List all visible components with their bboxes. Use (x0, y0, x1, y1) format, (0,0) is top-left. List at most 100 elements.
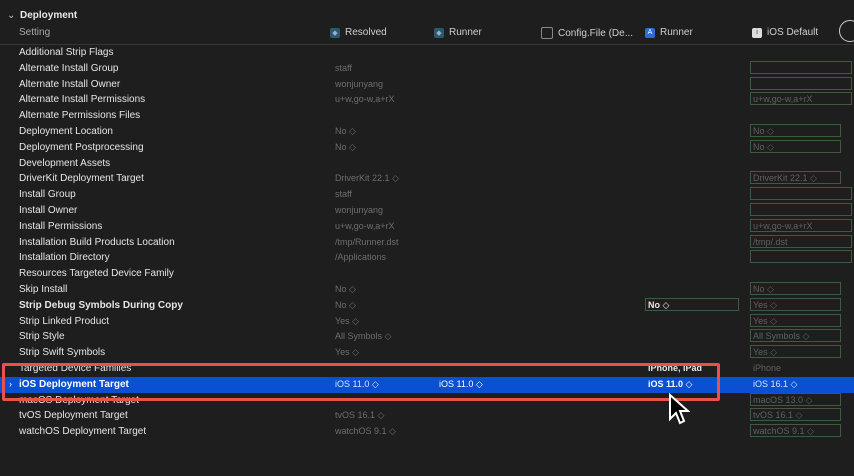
column-resolved[interactable]: ◆ Resolved (330, 27, 387, 38)
table-row[interactable]: Strip Swift Symbols Yes ◇ Yes ◇ (0, 345, 854, 361)
ios-default-value: u+w,go-w,a+rX (753, 94, 813, 105)
resolved-value: u+w,go-w,a+rX (335, 220, 395, 231)
setting-name: Alternate Install Group (19, 62, 119, 74)
project-icon: ◆ (434, 27, 444, 38)
resolved-value: staff (335, 62, 352, 73)
column-runner-target[interactable]: A Runner (645, 27, 693, 38)
setting-name: Installation Directory (19, 252, 110, 264)
resolved-value: No ◇ (335, 284, 356, 294)
ios-default-value: iOS 16.1 ◇ (753, 378, 798, 389)
ios-default-value: macOS 13.0 ◇ (753, 394, 813, 405)
highlight-annotation (2, 363, 720, 401)
setting-name: Alternate Install Permissions (19, 94, 146, 106)
setting-name: Development Assets (19, 157, 111, 169)
column-config-file[interactable]: Config.File (De... (541, 27, 633, 39)
ios-default-value: No ◇ (753, 141, 774, 152)
resolved-value: Yes ◇ (335, 315, 360, 326)
mouse-pointer-icon (669, 393, 690, 425)
ios-default-value: watchOS 9.1 ◇ (753, 426, 814, 437)
setting-name: tvOS Deployment Target (19, 410, 128, 422)
table-row[interactable]: Installation Build Products Location/tmp… (0, 234, 854, 251)
setting-name: Strip Swift Symbols (19, 347, 106, 359)
column-ios-default[interactable]: i iOS Default (752, 27, 818, 38)
ios-default-field[interactable] (750, 250, 852, 264)
app-target-icon: A (645, 27, 655, 38)
table-row[interactable]: Alternate Install Owner wonjunyang (0, 76, 854, 93)
column-runner-project[interactable]: ◆ Runner (434, 27, 482, 38)
ios-default-value: iPhone (753, 363, 782, 373)
setting-name: Installation Build Products Location (19, 236, 175, 248)
resolved-value: DriverKit 22.1 ◇ (335, 173, 399, 184)
table-row[interactable]: Deployment Location No ◇ No ◇ (0, 124, 854, 140)
setting-name: Install Owner (19, 205, 78, 216)
table-row[interactable]: Deployment Postprocessing No ◇ No ◇ (0, 139, 854, 156)
table-row[interactable]: Strip Debug Symbols During Copy No ◇ No ◇ Y… (0, 297, 854, 314)
resolved-value: All Symbols ◇ (335, 331, 392, 342)
ios-default-value: DriverKit 22.1 ◇ (753, 173, 817, 184)
document-icon (541, 27, 553, 39)
setting-name: Strip Debug Symbols During Copy (19, 299, 183, 311)
setting-name: Strip Linked Product (19, 315, 110, 327)
table-row[interactable]: Skip Install No ◇ No ◇ (0, 282, 854, 298)
table-row[interactable]: Strip Linked Product Yes ◇ Yes ◇ (0, 313, 854, 330)
resolved-value: No ◇ (335, 126, 356, 136)
table-row[interactable]: Alternate Install Permissions u+w,go-w,a+… (0, 92, 854, 108)
table-row[interactable]: Additional Strip Flags (0, 45, 854, 61)
resolved-value: staff (335, 189, 352, 200)
ios-default-value: tvOS 16.1 ◇ (753, 410, 803, 421)
resolved-value: /Applications (335, 252, 387, 263)
setting-name: Skip Install (19, 284, 68, 295)
ios-default-value: All Symbols ◇ (753, 331, 810, 342)
setting-name: Install Permissions (19, 220, 103, 232)
setting-name: DriverKit Deployment Target (19, 173, 144, 185)
resolved-value: tvOS 16.1 ◇ (335, 410, 385, 421)
resolved-value: /tmp/Runner.dst (335, 236, 399, 247)
ios-default-value: u+w,go-w,a+rX (753, 220, 813, 231)
ios-default-value: Yes ◇ (753, 347, 778, 358)
setting-name: watchOS Deployment Target (19, 426, 147, 438)
table-row[interactable]: Strip Style All Symbols ◇ All Symbols ◇ (0, 329, 854, 345)
table-row[interactable]: Development Assets (0, 156, 854, 172)
setting-name: Strip Style (19, 331, 65, 343)
table-row[interactable]: Resources Targeted Device Family (0, 266, 854, 282)
table-row[interactable]: Install Permissions u+w,go-w,a+rX u+w,go-w… (0, 218, 854, 235)
table-row[interactable]: Install Group staff (0, 187, 854, 203)
setting-name: Alternate Permissions Files (19, 110, 141, 122)
setting-name: Deployment Postprocessing (19, 141, 144, 153)
resolved-value: wonjunyang (335, 205, 384, 215)
setting-name: Additional Strip Flags (19, 47, 114, 58)
setting-name: Alternate Install Owner (19, 78, 121, 90)
target-icon: ◆ (330, 27, 340, 38)
ios-default-field[interactable] (750, 203, 852, 216)
column-headers: Setting ◆ Resolved ◆ Runner Config.File … (0, 25, 854, 43)
ios-default-value: Yes ◇ (753, 299, 778, 310)
ios-default-field[interactable] (750, 60, 852, 74)
section-title: Deployment (20, 10, 78, 21)
table-row[interactable]: Alternate Permissions Files (0, 108, 854, 124)
table-row[interactable]: tvOS Deployment Target tvOS 16.1 ◇ tvOS 16… (0, 408, 854, 424)
ios-default-value: No ◇ (753, 284, 774, 294)
ios-default-value: /tmp/.dst (753, 236, 788, 247)
resolved-value: wonjunyang (335, 78, 384, 89)
ios-default-field[interactable] (750, 76, 852, 90)
resolved-value: No ◇ (335, 141, 356, 152)
setting-name: Resources Targeted Device Family (19, 268, 174, 280)
section-deployment-header[interactable]: ⌄ Deployment (0, 8, 854, 24)
chevron-down-icon[interactable]: ⌄ (7, 10, 15, 21)
setting-name: Deployment Location (19, 126, 113, 137)
table-row[interactable]: DriverKit Deployment Target DriverKit 22.… (0, 171, 854, 187)
setting-name: Install Group (19, 189, 76, 201)
ios-default-value: Yes ◇ (753, 315, 778, 326)
column-setting[interactable]: Setting (19, 27, 50, 38)
table-row[interactable]: watchOS Deployment Target watchOS 9.1 ◇ wa… (0, 424, 854, 440)
runner-target-value[interactable]: No ◇ (648, 300, 669, 311)
ios-default-field[interactable] (750, 187, 852, 201)
resolved-value: watchOS 9.1 ◇ (335, 426, 396, 437)
table-row[interactable]: Installation Directory/Applications (0, 250, 854, 266)
table-row[interactable]: Alternate Install Group staff (0, 60, 854, 77)
ios-default-value: No ◇ (753, 126, 774, 136)
table-row[interactable]: Install Owner wonjunyang (0, 203, 854, 219)
resolved-value: No ◇ (335, 299, 356, 310)
ios-sdk-icon: i (752, 27, 762, 38)
resolved-value: Yes ◇ (335, 347, 360, 358)
